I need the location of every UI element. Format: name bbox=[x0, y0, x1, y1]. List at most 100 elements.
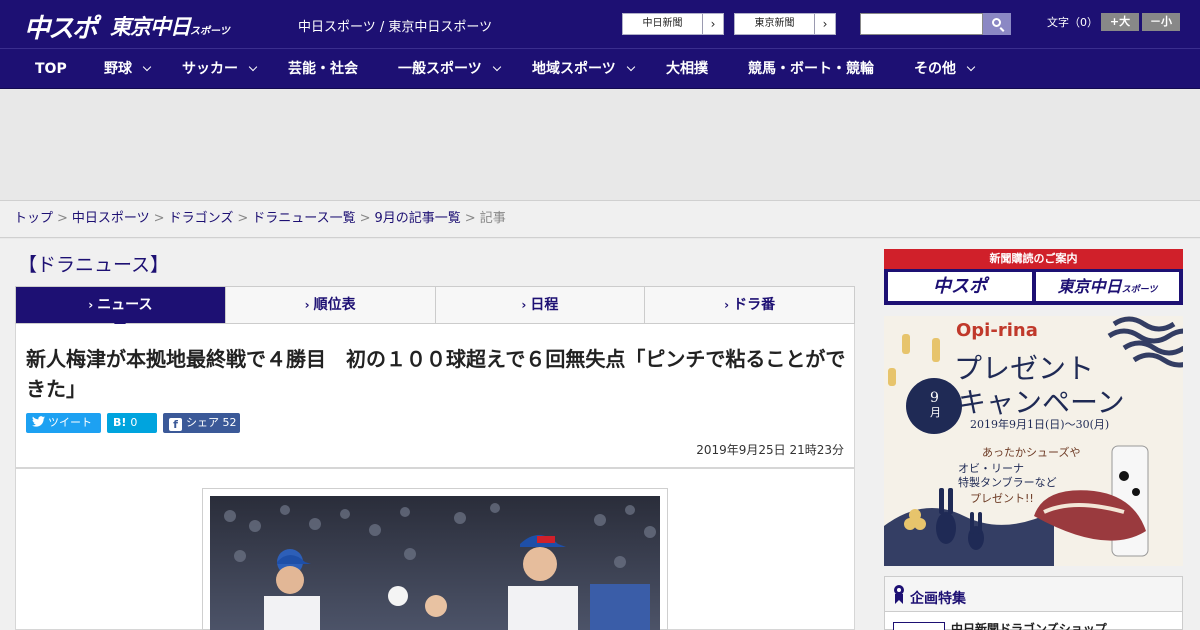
font-smaller-button[interactable]: －小 bbox=[1142, 13, 1180, 31]
tab-label: ニュース bbox=[97, 297, 153, 313]
tokyo-chunichi-logo[interactable]: 東京中日スポーツ bbox=[110, 11, 230, 41]
tokyo-chunichi-subscribe-text: 東京中日 bbox=[1057, 277, 1122, 296]
tab-standings[interactable]: › 順位表 bbox=[226, 287, 436, 323]
breadcrumb-link-top[interactable]: トップ bbox=[14, 211, 53, 226]
tweet-button[interactable]: ツイート bbox=[26, 413, 101, 433]
breadcrumb-separator: > bbox=[153, 211, 165, 226]
breadcrumb-link-september-list[interactable]: 9月の記事一覧 bbox=[375, 211, 461, 226]
facebook-share-label: シェア bbox=[186, 416, 219, 429]
font-size-label: 文字（0） bbox=[1047, 16, 1098, 29]
hatena-icon: B! bbox=[113, 416, 127, 429]
chevron-right-icon: › bbox=[822, 17, 828, 31]
search-button[interactable] bbox=[983, 13, 1011, 35]
main-nav: TOP 野球 サッカー 芸能・社会 一般スポーツ 地域スポーツ 大相撲 競馬・ボ… bbox=[0, 48, 1200, 89]
breadcrumb-separator: > bbox=[359, 211, 371, 226]
promo-period: 2019年9月1日(日)〜30(月) bbox=[970, 417, 1109, 431]
nav-item-top[interactable]: TOP bbox=[35, 49, 67, 90]
tab-label: ドラ番 bbox=[733, 297, 776, 313]
facebook-share-count: 52 bbox=[222, 416, 237, 429]
tab-reporter[interactable]: › ドラ番 bbox=[645, 287, 854, 323]
breadcrumb-link-chunichi-sports[interactable]: 中日スポーツ bbox=[72, 211, 150, 226]
feature-item-thumbnail[interactable] bbox=[893, 622, 945, 630]
nav-item-local-sports[interactable]: 地域スポーツ bbox=[532, 49, 635, 90]
tweet-label: ツイート bbox=[48, 416, 92, 429]
tokyo-shimbun-link[interactable]: 東京新聞 › bbox=[734, 13, 836, 35]
feature-title: 企画特集 bbox=[910, 591, 966, 607]
hatena-count: 0 bbox=[130, 416, 138, 429]
search-icon bbox=[992, 18, 1001, 27]
nav-item-label: TOP bbox=[35, 61, 67, 77]
nav-item-label: サッカー bbox=[182, 61, 238, 77]
hatena-bookmark-button[interactable]: B! 0 bbox=[107, 413, 157, 433]
tokyo-shimbun-label: 東京新聞 bbox=[735, 14, 815, 34]
nav-item-soccer[interactable]: サッカー bbox=[182, 49, 258, 90]
promo-copy-4: プレゼント!! bbox=[970, 492, 1034, 505]
chevron-right-icon: › bbox=[710, 17, 716, 31]
tab-news[interactable]: › ニュース bbox=[16, 287, 226, 331]
tokyo-chunichi-logo-small: スポーツ bbox=[190, 26, 230, 37]
chevron-right-icon: › bbox=[304, 298, 310, 312]
chevron-down-icon bbox=[966, 62, 976, 72]
nav-item-label: その他 bbox=[914, 61, 956, 77]
tokyo-chunichi-subscribe-link[interactable]: 東京中日スポーツ bbox=[1036, 272, 1179, 301]
promo-title-2: キャンペーン bbox=[958, 386, 1125, 419]
chunichi-shimbun-link[interactable]: 中日新聞 › bbox=[622, 13, 724, 35]
chunichi-shimbun-label: 中日新聞 bbox=[623, 14, 703, 34]
ribbon-icon bbox=[894, 585, 904, 604]
chevron-down-icon bbox=[142, 62, 152, 72]
promo-brand: Opi-rina bbox=[956, 320, 1038, 341]
chevron-down-icon bbox=[626, 62, 635, 72]
chevron-right-icon: › bbox=[521, 298, 527, 312]
site-tagline: 中日スポーツ / 東京中日スポーツ bbox=[298, 20, 493, 35]
nav-item-label: 大相撲 bbox=[666, 61, 708, 77]
article-title: 新人梅津が本拠地最終戦で４勝目 初の１００球超えで６回無失点「ピンチで粘ることが… bbox=[26, 347, 846, 401]
breadcrumb-separator: > bbox=[237, 211, 249, 226]
nav-item-racing[interactable]: 競馬・ボート・競輪 bbox=[748, 49, 874, 90]
chevron-right-icon: › bbox=[724, 298, 730, 312]
chuspo-subscribe-link[interactable]: 中スポ bbox=[888, 272, 1032, 301]
nav-item-label: 地域スポーツ bbox=[532, 61, 616, 77]
twitter-icon bbox=[32, 416, 45, 427]
breadcrumb-separator: > bbox=[57, 211, 68, 226]
search-input[interactable] bbox=[860, 13, 983, 35]
font-larger-button[interactable]: +大 bbox=[1101, 13, 1139, 31]
site-logo[interactable]: 中スポ bbox=[24, 8, 98, 45]
promo-title-1: プレゼント bbox=[954, 352, 1094, 385]
facebook-share-button[interactable]: f シェア 52 bbox=[163, 413, 240, 433]
article-photo[interactable] bbox=[210, 496, 660, 630]
promo-copy-1: あったかシューズや bbox=[982, 445, 1080, 459]
nav-item-sumo[interactable]: 大相撲 bbox=[666, 49, 708, 90]
nav-item-baseball[interactable]: 野球 bbox=[104, 49, 152, 90]
nav-item-label: 野球 bbox=[104, 61, 132, 77]
chevron-down-icon bbox=[492, 62, 501, 72]
breadcrumb-current: 記事 bbox=[479, 211, 506, 226]
nav-item-label: 一般スポーツ bbox=[398, 61, 482, 77]
breadcrumb: トップ > 中日スポーツ > ドラゴンズ > ドラニュース一覧 >9月の記事一覧 > 記事 bbox=[0, 200, 1200, 238]
feature-item-dragons-shop[interactable]: 中日新聞ドラゴンズショップ bbox=[951, 620, 1107, 630]
tab-schedule[interactable]: › 日程 bbox=[436, 287, 646, 323]
tokyo-chunichi-subscribe-small: スポーツ bbox=[1121, 285, 1158, 295]
subscription-heading: 新聞購読のご案内 bbox=[884, 249, 1183, 269]
section-heading: 【ドラニュース】 bbox=[18, 254, 170, 276]
promo-month: 9 bbox=[930, 390, 939, 406]
tab-label: 順位表 bbox=[313, 297, 356, 313]
promo-month-suffix: 月 bbox=[930, 406, 941, 419]
breadcrumb-separator: > bbox=[464, 211, 476, 226]
nav-item-label: 競馬・ボート・競輪 bbox=[748, 61, 874, 77]
news-tabs: › ニュース › 順位表 › 日程 › ドラ番 bbox=[15, 286, 855, 331]
nav-item-other[interactable]: その他 bbox=[914, 49, 976, 90]
facebook-icon: f bbox=[169, 418, 182, 431]
chevron-down-icon bbox=[248, 62, 258, 72]
breadcrumb-link-dragons[interactable]: ドラゴンズ bbox=[169, 211, 234, 226]
chevron-right-icon: › bbox=[88, 298, 94, 312]
article-photo-image bbox=[210, 496, 660, 630]
tokyo-chunichi-logo-text: 東京中日 bbox=[110, 15, 191, 39]
nav-item-label: 芸能・社会 bbox=[288, 61, 358, 77]
article-date: 2019年9月25日 21時23分 bbox=[696, 443, 844, 457]
nav-item-general-sports[interactable]: 一般スポーツ bbox=[398, 49, 501, 90]
breadcrumb-link-dra-news-list[interactable]: ドラニュース一覧 bbox=[252, 211, 355, 226]
nav-item-entertainment[interactable]: 芸能・社会 bbox=[288, 49, 358, 90]
promo-banner[interactable]: 9 月 Opi-rina プレゼント キャンペーン 2019年9月1日(日)〜3… bbox=[884, 316, 1183, 566]
promo-copy-2: オビ・リーナ bbox=[958, 462, 1024, 475]
promo-banner-art: 9 月 Opi-rina プレゼント キャンペーン 2019年9月1日(日)〜3… bbox=[884, 316, 1183, 566]
